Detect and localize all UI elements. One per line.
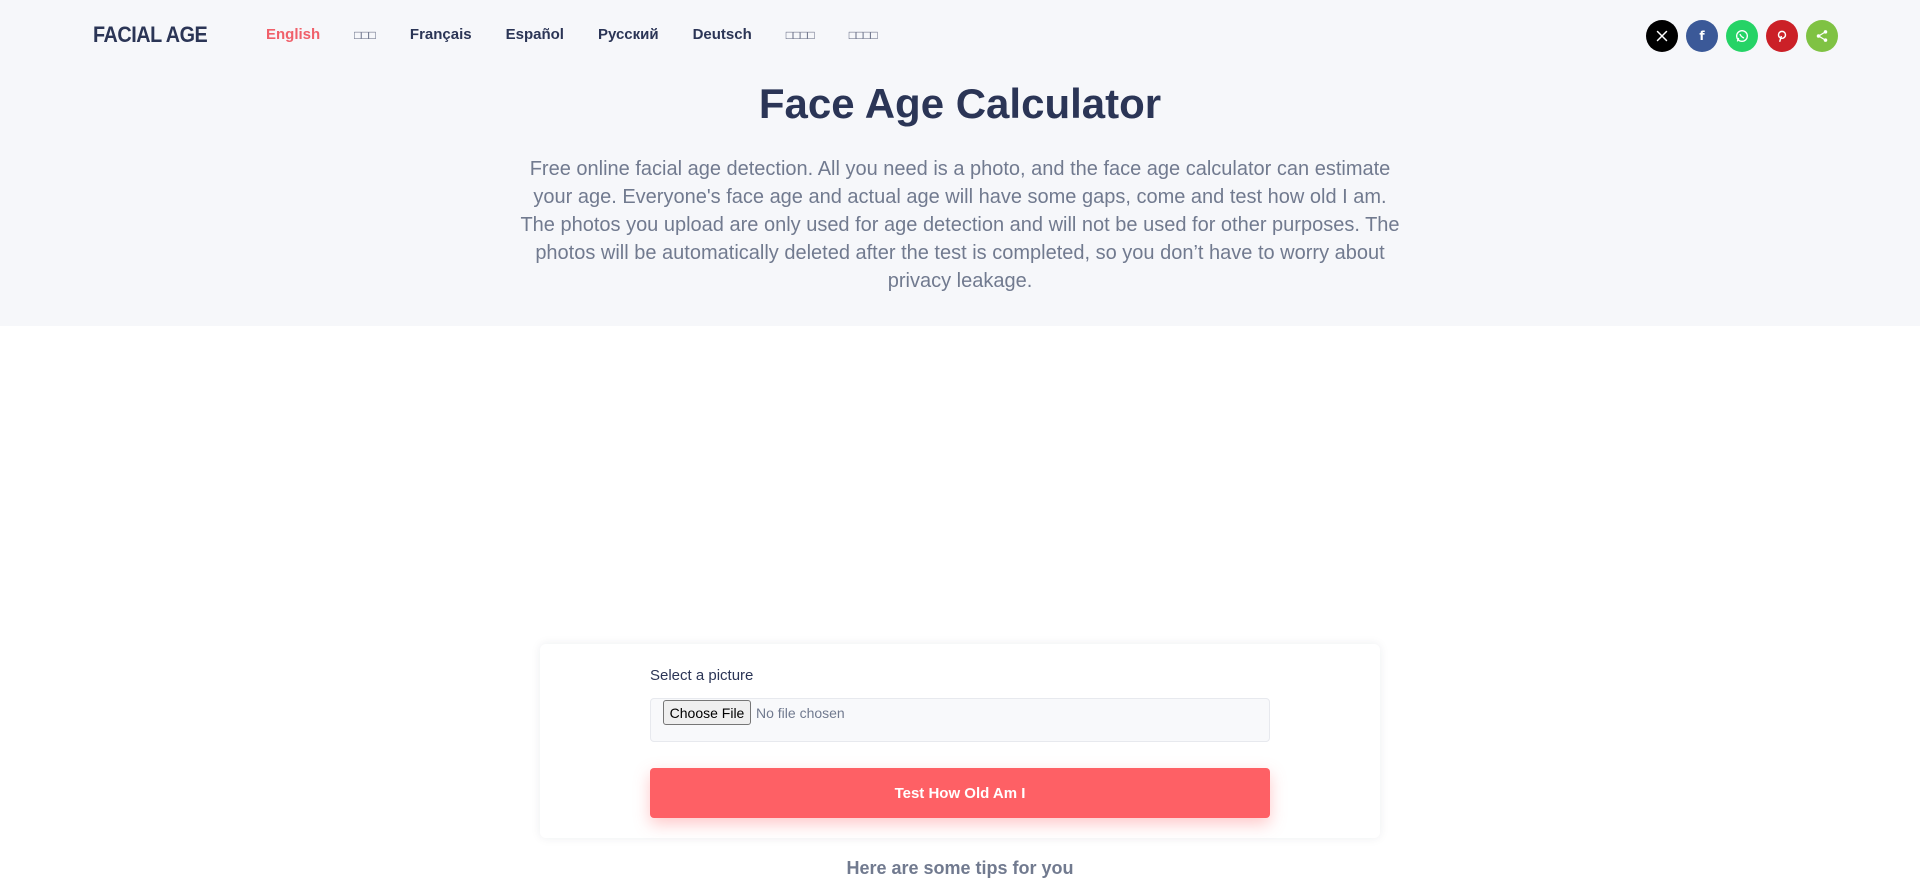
picture-field-label: Select a picture <box>650 667 754 684</box>
site-logo[interactable]: FACIAL AGE <box>93 22 208 48</box>
whatsapp-icon <box>1736 30 1748 42</box>
x-share-button[interactable] <box>1646 20 1678 52</box>
lang-english[interactable]: English <box>266 26 320 46</box>
lang-russian[interactable]: Русский <box>598 26 659 46</box>
pinterest-icon <box>1777 30 1787 43</box>
generic-share-button[interactable] <box>1806 20 1838 52</box>
whatsapp-share-button[interactable] <box>1726 20 1758 52</box>
choose-file-button[interactable]: Choose File <box>663 700 751 725</box>
file-status-text: No file chosen <box>756 705 845 721</box>
share-icon <box>1816 30 1828 42</box>
lang-cjk-2[interactable]: □□□□ <box>786 26 815 46</box>
share-buttons: f <box>1646 20 1838 52</box>
x-icon <box>1656 30 1668 42</box>
tips-heading: Here are some tips for you <box>846 858 1074 878</box>
facebook-icon: f <box>1699 29 1705 43</box>
lang-french[interactable]: Français <box>410 26 472 46</box>
page-title: Face Age Calculator <box>758 80 1162 127</box>
facebook-share-button[interactable]: f <box>1686 20 1718 52</box>
test-age-button[interactable]: Test How Old Am I <box>650 768 1270 818</box>
lang-spanish[interactable]: Español <box>506 26 564 46</box>
file-input[interactable]: Choose File No file chosen <box>650 698 1270 742</box>
page-description: Free online facial age detection. All yo… <box>520 158 1400 292</box>
lang-cjk-3[interactable]: □□□□ <box>849 26 878 46</box>
pinterest-share-button[interactable] <box>1766 20 1798 52</box>
language-menu: English □□□ Français Español Русский Deu… <box>266 26 912 46</box>
lang-german[interactable]: Deutsch <box>693 26 752 46</box>
navbar: FACIAL AGE English □□□ Français Español … <box>0 0 1920 72</box>
lang-cjk-1[interactable]: □□□ <box>354 26 376 46</box>
